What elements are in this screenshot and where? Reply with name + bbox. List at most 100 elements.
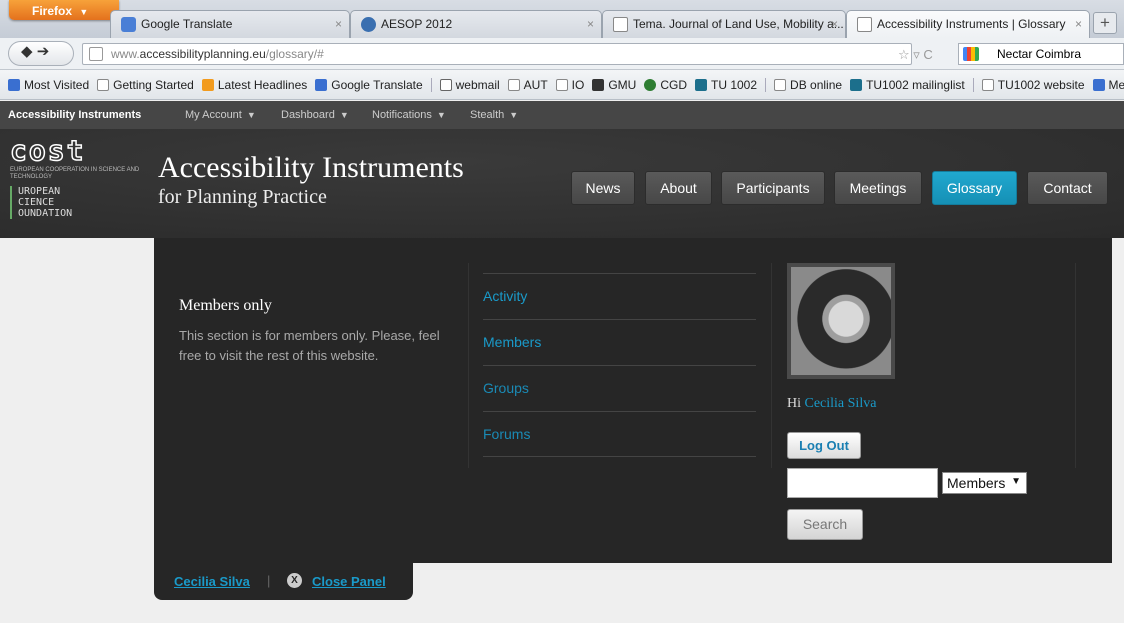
- bookmark-item[interactable]: Latest Headlines: [201, 78, 308, 92]
- bookmark-item[interactable]: Most Visited: [8, 78, 89, 92]
- search-scope-value: Members: [947, 475, 1006, 491]
- esf-line: CIENCE: [18, 197, 55, 208]
- bookmark-item[interactable]: AUT: [507, 78, 548, 92]
- nav-meetings[interactable]: Meetings: [834, 171, 922, 205]
- menu-label: My Account: [185, 109, 242, 121]
- bookmark-item[interactable]: webmail: [439, 78, 500, 92]
- bookmark-item[interactable]: Google Translate: [315, 78, 423, 92]
- nav-about[interactable]: About: [645, 171, 712, 205]
- close-icon[interactable]: ×: [1075, 17, 1082, 31]
- member-search-input[interactable]: [787, 468, 938, 498]
- bookmark-label: Getting Started: [113, 78, 194, 92]
- tab-google-translate[interactable]: Google Translate ×: [110, 10, 350, 38]
- page-icon: [857, 17, 872, 32]
- bookmark-icon: [592, 79, 605, 91]
- menu-label: Stealth: [470, 109, 505, 121]
- bookmark-icon: [1092, 79, 1105, 91]
- nav-participants[interactable]: Participants: [721, 171, 825, 205]
- site-header: cost EUROPEAN COOPERATION IN SCIENCE AND…: [0, 129, 1124, 238]
- bookmark-label: TU 1002: [711, 78, 758, 92]
- panel-footer-tab: Cecilia Silva | X Close Panel: [154, 563, 413, 600]
- back-forward-buttons[interactable]: ◆ ➔: [8, 41, 74, 66]
- admin-bar: Accessibility Instruments My Account ▼ Da…: [0, 101, 1124, 129]
- search-scope-select[interactable]: Members ▼: [942, 472, 1027, 494]
- search-button[interactable]: Search: [787, 509, 863, 540]
- close-panel-link[interactable]: Close Panel: [312, 574, 386, 589]
- menu-stealth[interactable]: Stealth ▼: [470, 109, 518, 121]
- star-dropdown-reload-icons[interactable]: ☆ ▿ C: [898, 47, 933, 63]
- bookmark-item[interactable]: CGD: [644, 78, 687, 92]
- bookmark-item[interactable]: DB online: [774, 78, 842, 92]
- close-icon[interactable]: ×: [335, 17, 342, 31]
- column-divider: [771, 263, 772, 468]
- greeting-prefix: Hi: [787, 396, 801, 411]
- esf-line: OUNDATION: [18, 208, 73, 219]
- chevron-down-icon: ▼: [1011, 476, 1021, 487]
- greeting: Hi Cecilia Silva: [787, 396, 876, 412]
- bookmark-label: Most Visited: [24, 78, 90, 92]
- panel-tab-user-link[interactable]: Cecilia Silva: [174, 574, 250, 589]
- bookmark-item[interactable]: IO: [555, 78, 584, 92]
- bookmark-item[interactable]: Getting Started: [97, 78, 194, 92]
- bookmark-icon: [507, 79, 520, 91]
- close-icon[interactable]: X: [287, 573, 302, 588]
- avatar[interactable]: [787, 263, 895, 379]
- url-bar[interactable]: www.accessibilityplanning.eu/glossary/#: [82, 43, 912, 65]
- chevron-down-icon: ▼: [246, 110, 256, 120]
- chevron-down-icon: ▼: [79, 7, 89, 17]
- page-icon: [613, 17, 628, 32]
- members-only-text: This section is for members only. Please…: [179, 328, 440, 363]
- tab-tema-journal[interactable]: Tema. Journal of Land Use, Mobility a...…: [602, 10, 846, 38]
- firefox-menu-label: Firefox: [32, 4, 73, 18]
- bookmark-icon: [981, 79, 994, 91]
- tab-title: AESOP 2012: [381, 17, 453, 31]
- menu-notifications[interactable]: Notifications ▼: [372, 109, 446, 121]
- cost-logo-subtitle: EUROPEAN COOPERATION IN SCIENCE AND TECH…: [10, 167, 140, 180]
- bookmark-label: TU1002 mailinglist: [866, 78, 965, 92]
- column-divider: [468, 263, 469, 468]
- menu-dashboard[interactable]: Dashboard ▼: [281, 109, 349, 121]
- nav-glossary[interactable]: Glossary: [932, 171, 1017, 205]
- nav-news[interactable]: News: [571, 171, 635, 205]
- bookmark-icon: [644, 79, 657, 91]
- bookmark-label: TU1002 website: [997, 78, 1085, 92]
- menu-my-account[interactable]: My Account ▼: [185, 109, 256, 121]
- panel-link-forums[interactable]: Forums: [483, 411, 756, 457]
- panel-link-activity[interactable]: Activity: [483, 273, 756, 319]
- close-icon[interactable]: ×: [587, 17, 594, 31]
- bookmark-label: Latest Headlines: [217, 78, 308, 92]
- site-title[interactable]: Accessibility Instruments: [158, 153, 464, 183]
- firefox-menu-button[interactable]: Firefox ▼: [9, 0, 119, 20]
- url-path: /glossary/#: [265, 47, 324, 61]
- bookmark-label: Meteo: [1108, 78, 1124, 92]
- nav-contact[interactable]: Contact: [1027, 171, 1108, 205]
- tab-title: Tema. Journal of Land Use, Mobility a...: [633, 17, 844, 31]
- bookmark-item[interactable]: GMU: [592, 78, 636, 92]
- site-subtitle: for Planning Practice: [158, 186, 327, 208]
- new-tab-button[interactable]: +: [1093, 12, 1117, 34]
- bookmark-item[interactable]: TU1002 mailinglist: [850, 78, 965, 92]
- search-engine-label: Nectar Coimbra: [997, 47, 1082, 61]
- browser-search-box[interactable]: Nectar Coimbra: [958, 43, 1124, 65]
- log-out-button[interactable]: Log Out: [787, 432, 861, 459]
- bookmark-separator: [972, 78, 974, 92]
- admin-bar-brand[interactable]: Accessibility Instruments: [8, 109, 141, 121]
- google-icon[interactable]: [963, 47, 979, 61]
- esf-logo: UROPEAN CIENCE OUNDATION: [10, 186, 140, 219]
- cost-esf-logo[interactable]: cost EUROPEAN COOPERATION IN SCIENCE AND…: [9, 136, 140, 232]
- bookmark-label: webmail: [455, 78, 500, 92]
- bookmark-label: GMU: [608, 78, 637, 92]
- bookmark-item[interactable]: TU1002 website: [981, 78, 1085, 92]
- menu-label: Notifications: [372, 109, 432, 121]
- tab-aesop-2012[interactable]: AESOP 2012 ×: [350, 10, 602, 38]
- bookmark-item[interactable]: Meteo: [1092, 78, 1124, 92]
- user-name-link[interactable]: Cecilia Silva: [805, 396, 877, 411]
- bookmark-separator: [765, 78, 767, 92]
- close-icon[interactable]: ×: [831, 17, 838, 31]
- panel-link-members[interactable]: Members: [483, 319, 756, 365]
- site-identity-icon[interactable]: [89, 47, 103, 61]
- panel-link-groups[interactable]: Groups: [483, 365, 756, 411]
- tab-accessibility-glossary[interactable]: Accessibility Instruments | Glossary ×: [846, 10, 1090, 38]
- google-translate-icon: [121, 17, 136, 32]
- bookmark-item[interactable]: TU 1002: [695, 78, 757, 92]
